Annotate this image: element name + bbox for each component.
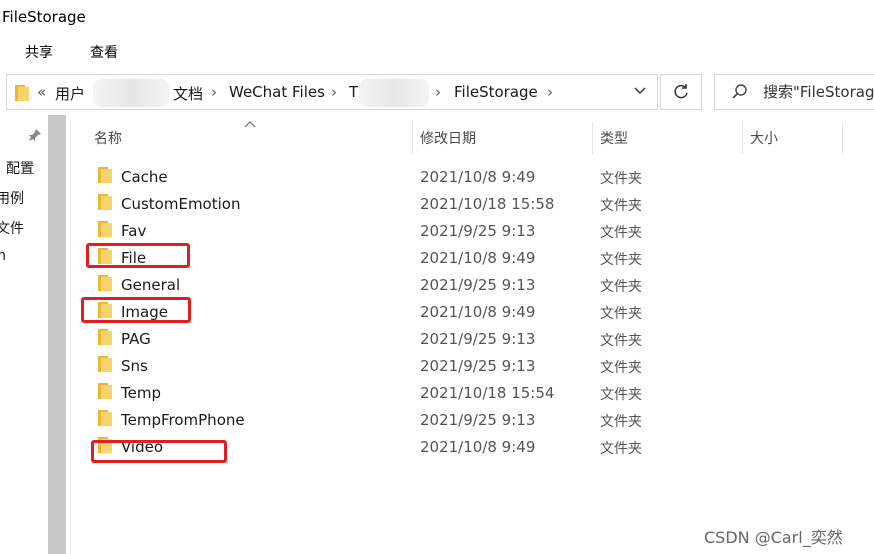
file-modified: 2021/10/8 9:49 [420, 438, 536, 456]
crumb-documents[interactable]: 文档 [173, 83, 203, 104]
chevron-down-icon[interactable] [633, 84, 647, 102]
table-row[interactable]: General 2021/9/25 9:13 文件夹 [90, 271, 790, 298]
file-modified: 2021/9/25 9:13 [420, 276, 536, 294]
file-type: 文件夹 [600, 414, 642, 430]
file-name: Fav [121, 222, 147, 240]
file-name: Cache [121, 168, 168, 186]
crumb-wechat-files[interactable]: WeChat Files [229, 83, 325, 101]
column-divider[interactable] [742, 122, 743, 154]
file-type: 文件夹 [600, 171, 642, 187]
table-row[interactable]: Fav 2021/9/25 9:13 文件夹 [90, 217, 790, 244]
table-row[interactable]: Cache 2021/10/8 9:49 文件夹 [90, 163, 790, 190]
crumb-separator[interactable]: › [331, 83, 337, 101]
folder-icon [98, 167, 112, 183]
window-title: FileStorage [2, 8, 86, 26]
table-row[interactable]: Sns 2021/9/25 9:13 文件夹 [90, 352, 790, 379]
file-modified: 2021/9/25 9:13 [420, 330, 536, 348]
sort-ascending-icon [244, 118, 256, 131]
refresh-button[interactable] [660, 74, 702, 110]
pin-icon[interactable] [28, 128, 42, 142]
ribbon: 共享 查看 [0, 40, 874, 64]
file-modified: 2021/9/25 9:13 [420, 222, 536, 240]
file-name: Temp [121, 384, 161, 402]
folder-icon [98, 275, 112, 291]
refresh-icon [674, 84, 688, 99]
file-modified: 2021/10/8 9:49 [420, 249, 536, 267]
folder-icon [98, 383, 112, 399]
folder-icon [98, 356, 112, 372]
file-name: Sns [121, 357, 148, 375]
column-header-type[interactable]: 类型 [600, 128, 628, 152]
search-input[interactable] [761, 82, 874, 102]
column-divider[interactable] [412, 122, 413, 154]
folder-icon [15, 85, 29, 101]
nav-scrollbar[interactable] [48, 115, 66, 554]
file-type: 文件夹 [600, 225, 642, 241]
annotation-highlight-video [91, 440, 227, 463]
file-modified: 2021/9/25 9:13 [420, 411, 536, 429]
column-divider[interactable] [842, 122, 843, 154]
blurred-region [93, 79, 169, 107]
table-row[interactable]: Image 2021/10/8 9:49 文件夹 [90, 298, 790, 325]
pane-divider [70, 120, 71, 554]
folder-icon [98, 329, 112, 345]
folder-icon [98, 194, 112, 210]
column-header-size[interactable]: 大小 [750, 128, 778, 152]
table-row[interactable]: PAG 2021/9/25 9:13 文件夹 [90, 325, 790, 352]
ribbon-tab-share[interactable]: 共享 [25, 42, 53, 62]
file-type: 文件夹 [600, 333, 642, 349]
search-icon [732, 84, 747, 99]
column-header-modified[interactable]: 修改日期 [420, 128, 476, 152]
file-name: CustomEmotion [121, 195, 241, 213]
overflow-chevron-icon[interactable]: « [37, 83, 46, 101]
crumb-separator[interactable]: › [435, 83, 441, 101]
file-type: 文件夹 [600, 360, 642, 376]
annotation-highlight-image [81, 297, 191, 323]
column-header-name[interactable]: 名称 [94, 128, 122, 152]
table-row[interactable]: Temp 2021/10/18 15:54 文件夹 [90, 379, 790, 406]
file-type: 文件夹 [600, 279, 642, 295]
table-row[interactable]: CustomEmotion 2021/10/18 15:58 文件夹 [90, 190, 790, 217]
crumb-separator[interactable]: › [547, 83, 553, 101]
address-bar[interactable]: « 用户 文档 › WeChat Files › T › FileStorage… [6, 74, 658, 110]
crumb-filestorage[interactable]: FileStorage [454, 83, 538, 101]
ribbon-tab-view[interactable]: 查看 [90, 42, 118, 62]
file-modified: 2021/10/18 15:54 [420, 384, 555, 402]
file-name: General [121, 276, 181, 294]
crumb-separator[interactable]: › [211, 83, 217, 101]
watermark: CSDN @Carl_奕然 [704, 528, 843, 547]
folder-icon [98, 221, 112, 237]
file-type: 文件夹 [600, 306, 642, 322]
file-type: 文件夹 [600, 252, 642, 268]
crumb-user-id[interactable]: T [349, 83, 358, 101]
folder-icon [98, 410, 112, 426]
table-row[interactable]: File 2021/10/8 9:49 文件夹 [90, 244, 790, 271]
blurred-region [359, 79, 429, 107]
file-name: PAG [121, 330, 151, 348]
table-row[interactable]: TempFromPhone 2021/9/25 9:13 文件夹 [90, 406, 790, 433]
file-modified: 2021/10/8 9:49 [420, 303, 536, 321]
file-type: 文件夹 [600, 441, 642, 457]
file-type: 文件夹 [600, 198, 642, 214]
search-box[interactable] [714, 74, 874, 110]
annotation-highlight-file [86, 243, 190, 268]
file-type: 文件夹 [600, 387, 642, 403]
file-modified: 2021/9/25 9:13 [420, 357, 536, 375]
file-name: TempFromPhone [121, 411, 245, 429]
column-divider[interactable] [592, 122, 593, 154]
file-modified: 2021/10/18 15:58 [420, 195, 555, 213]
file-modified: 2021/10/8 9:49 [420, 168, 536, 186]
crumb-users[interactable]: 用户 [55, 83, 85, 104]
